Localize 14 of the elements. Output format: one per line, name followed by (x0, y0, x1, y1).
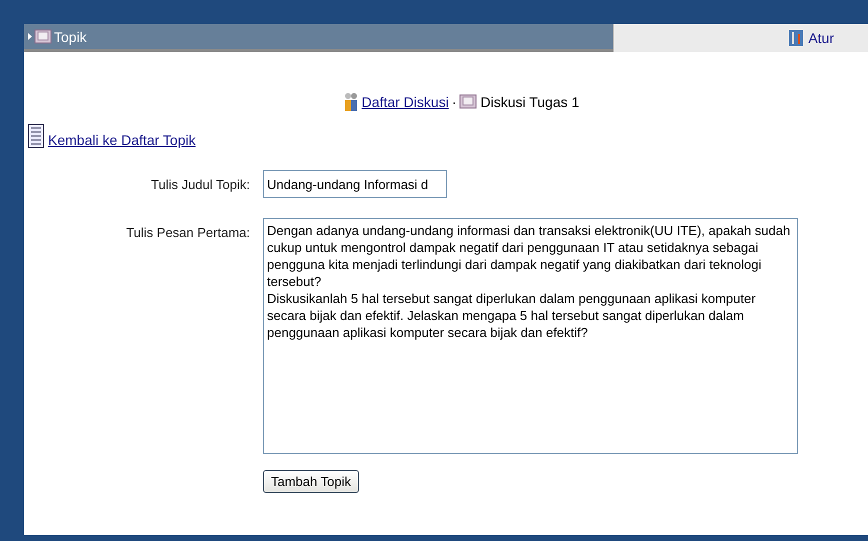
people-icon (342, 92, 359, 112)
list-icon (28, 124, 44, 148)
caret-icon (28, 33, 32, 40)
back-link[interactable]: Kembali ke Daftar Topik (48, 132, 196, 148)
settings-link[interactable]: Atur (808, 30, 834, 46)
message-label: Tulis Pesan Pertama: (125, 224, 250, 240)
message-input[interactable]: Dengan adanya undang-undang informasi dan transaksi elektronik(UU ITE), apakah sudah cukup untuk mengontrol dampak negatif dari penggunaan IT atau setidaknya sebagai pengguna kita menjadi terlindungi dari dampak negatif yang diakibatkan dari teknologi tersebut? Diskusikanlah 5 hal tersebut sangat diperlukan dalam penggunaan aplikasi komputer secara bijak dan efektif. Jelaskan mengapa 5 hal tersebut sangat diperlukan dalam penggunaan aplikasi komputer secara bijak dan efektif? (263, 218, 798, 454)
title-input[interactable]: Undang-undang Informasi d (263, 170, 447, 198)
title-label: Tulis Judul Topik: (150, 176, 250, 192)
section-title: Topik (54, 28, 87, 44)
breadcrumb-current: Diskusi Tugas 1 (480, 94, 580, 110)
add-topic-button[interactable]: Tambah Topik (263, 470, 359, 493)
breadcrumb-separator: · (452, 94, 456, 110)
breadcrumb-link[interactable]: Daftar Diskusi (362, 94, 449, 110)
